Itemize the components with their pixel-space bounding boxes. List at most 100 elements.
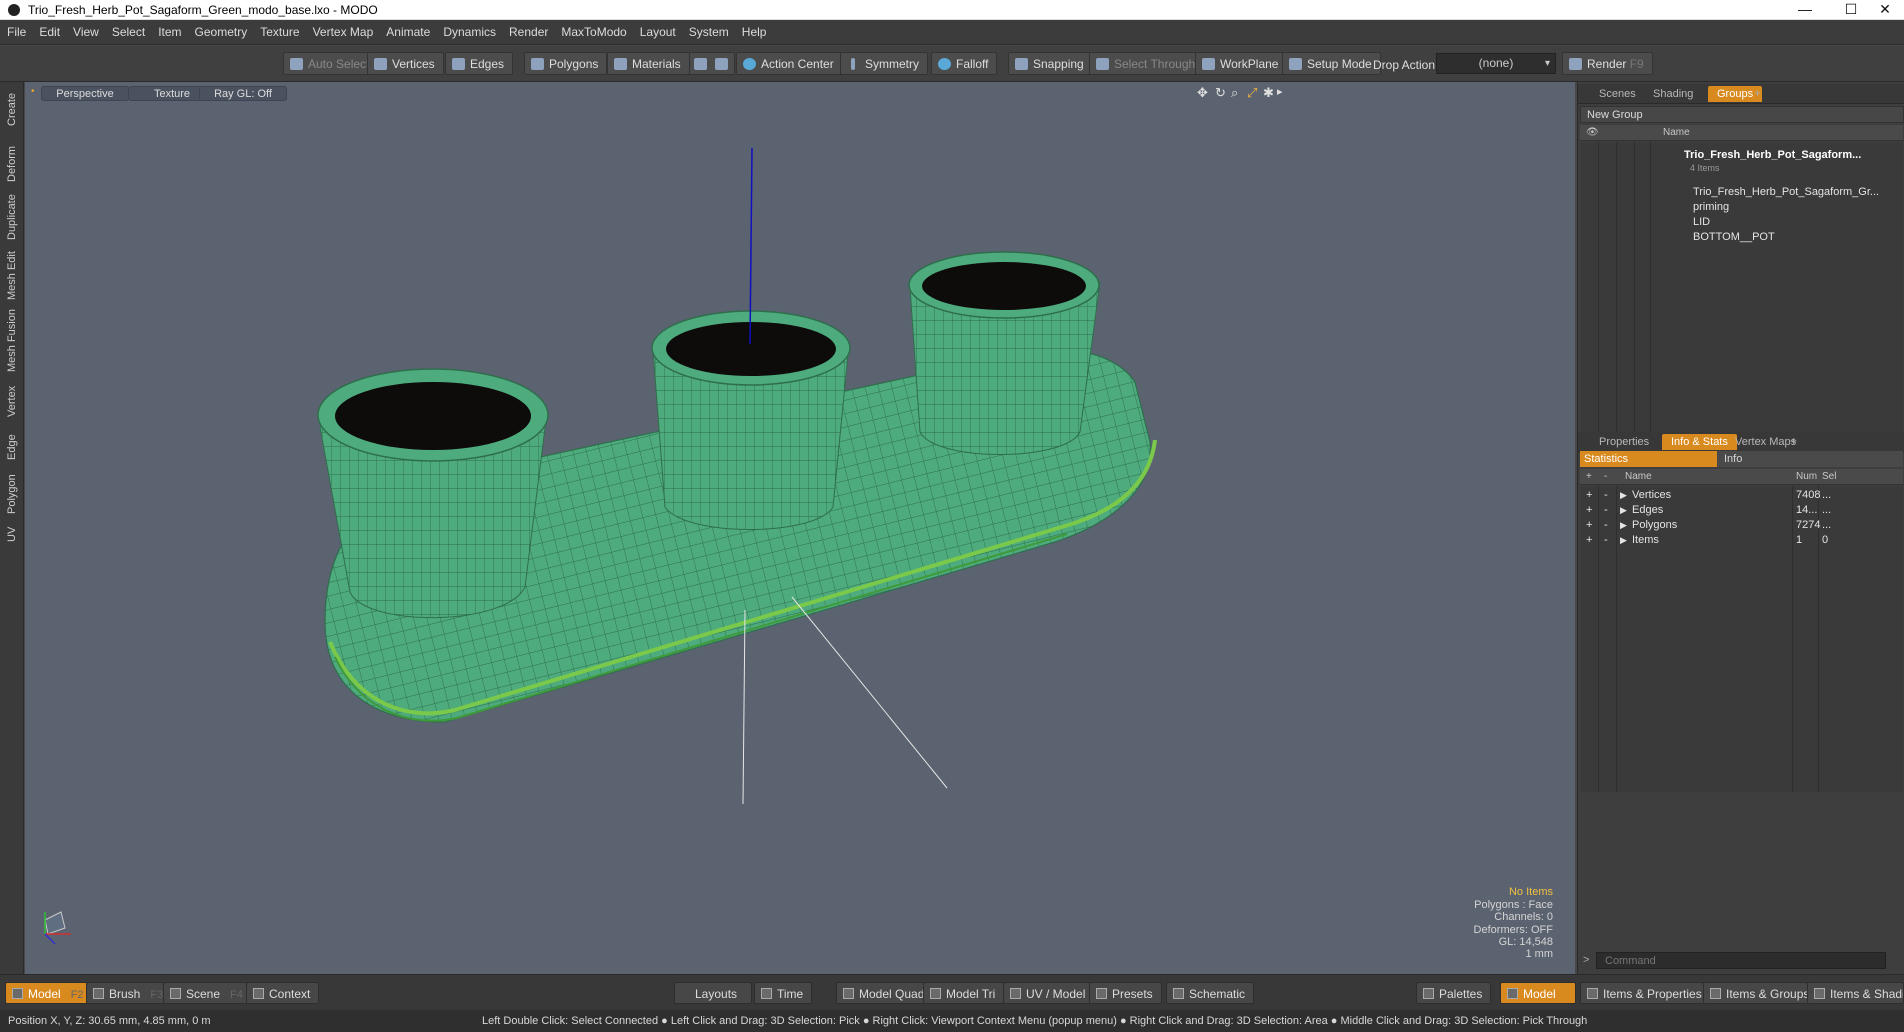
minimize-button[interactable]: — — [1782, 0, 1828, 20]
tab-shading[interactable]: Shading — [1644, 86, 1702, 102]
materials-button[interactable]: Materials — [607, 52, 690, 75]
tab-mesh-fusion-label: Mesh Fusion — [6, 309, 18, 372]
menu-dynamics[interactable]: Dynamics — [436, 20, 502, 45]
items-shading-button[interactable]: Items & Shading — [1807, 982, 1904, 1004]
palettes-button[interactable]: Palettes — [1416, 982, 1492, 1004]
menu-layout[interactable]: Layout — [633, 20, 682, 45]
model-layout-button[interactable]: Model — [1500, 982, 1576, 1004]
group-child-bottom-pot[interactable]: BOTTOM__POT — [1693, 228, 1775, 246]
action-center-icon — [743, 58, 756, 70]
workplane-button[interactable]: WorkPlane — [1195, 52, 1288, 75]
schematic-icon — [1173, 988, 1184, 999]
new-group-button[interactable]: New Group — [1580, 106, 1904, 123]
add-tab-icon[interactable]: + — [1754, 86, 1761, 100]
soil-right — [922, 262, 1086, 310]
menu-vertex-map[interactable]: Vertex Map — [306, 20, 380, 45]
table-row[interactable]: + - ▶ Items 1 0 — [1580, 531, 1903, 549]
menu-animate[interactable]: Animate — [379, 20, 436, 45]
command-input[interactable] — [1596, 952, 1886, 969]
uv-model-button[interactable]: UV / Model — [1003, 982, 1095, 1004]
move-view-icon[interactable]: ✥ — [1197, 85, 1208, 101]
snapping-button[interactable]: Snapping — [1008, 52, 1093, 75]
setup-mode-button[interactable]: Setup Mode — [1282, 52, 1381, 75]
rotate-view-icon[interactable]: ↻ — [1215, 85, 1226, 101]
scene-render[interactable] — [25, 82, 1575, 974]
items-groups-icon — [1710, 988, 1721, 999]
visibility-eye-icon[interactable]: 👁 — [1586, 125, 1599, 141]
info-unit: 1 mm — [1525, 948, 1554, 960]
info-gl: GL: 14,548 — [1498, 936, 1553, 948]
axis-x-line — [791, 596, 948, 789]
settings-gear-icon[interactable]: ✱ — [1263, 85, 1274, 101]
menu-view[interactable]: View — [66, 20, 105, 45]
falloff-button[interactable]: Falloff — [931, 52, 998, 75]
vertices-button[interactable]: Vertices — [367, 52, 444, 75]
items-groups-button[interactable]: Items & Groups — [1703, 982, 1819, 1004]
model-icon — [12, 988, 23, 999]
pot-middle[interactable] — [651, 310, 851, 530]
time-button[interactable]: Time — [754, 982, 813, 1004]
tab-properties[interactable]: Properties — [1590, 434, 1658, 450]
select-mode-toggle[interactable] — [689, 52, 735, 75]
presets-button[interactable]: Presets — [1089, 982, 1162, 1004]
raygl-toggle[interactable]: Ray GL: Off — [199, 86, 287, 101]
vertices-icon — [374, 58, 387, 70]
menu-render[interactable]: Render — [502, 20, 554, 45]
add-tab-icon-2[interactable]: + — [1790, 434, 1797, 448]
select-through-button[interactable]: Select Through — [1089, 52, 1205, 75]
edges-button[interactable]: Edges — [445, 52, 514, 75]
menu-maxtomodo[interactable]: MaxToModo — [554, 20, 632, 45]
items-properties-button[interactable]: Items & Properties — [1580, 982, 1711, 1004]
window-title: Trio_Fresh_Herb_Pot_Sagaform_Green_modo_… — [28, 3, 378, 17]
edges-icon — [452, 58, 465, 70]
menu-item[interactable]: Item — [151, 20, 187, 45]
subtab-statistics[interactable]: Statistics — [1580, 451, 1717, 467]
snapping-icon — [1015, 58, 1028, 70]
menu-edit[interactable]: Edit — [32, 20, 66, 45]
menu-system[interactable]: System — [682, 20, 735, 45]
model-quad-button[interactable]: Model Quad — [836, 982, 934, 1004]
context-button[interactable]: Context — [246, 982, 320, 1004]
pot-left[interactable] — [317, 368, 549, 619]
tab-deform-label: Deform — [6, 145, 18, 182]
schematic-button[interactable]: Schematic — [1166, 982, 1255, 1004]
zoom-view-icon[interactable]: ⌕ — [1231, 85, 1238, 101]
view-type-button[interactable]: Perspective — [41, 86, 129, 101]
polygons-button[interactable]: Polygons — [524, 52, 608, 75]
model-tri-button[interactable]: Model Tri — [923, 982, 1005, 1004]
palettes-label: Palettes — [1439, 987, 1483, 1001]
render-label: Render — [1587, 57, 1627, 71]
shield-icon — [694, 58, 707, 70]
render-button[interactable]: Render F9 — [1562, 52, 1653, 75]
collapse-all-icon[interactable]: - — [1604, 469, 1607, 485]
symmetry-button[interactable]: Symmetry — [840, 52, 928, 75]
3d-viewport[interactable]: • Perspective Texture Ray GL: Off ✥ ↻ ⌕ … — [25, 82, 1575, 974]
viewport-menu-icon[interactable]: • — [31, 86, 35, 97]
tab-uv-label: UV — [6, 526, 18, 542]
menu-file[interactable]: File — [0, 20, 32, 45]
menu-texture[interactable]: Texture — [253, 20, 305, 45]
auto-select-icon — [290, 58, 303, 70]
auto-select-button[interactable]: Auto Select — [283, 52, 379, 75]
expand-arrow-icon[interactable]: ▸ — [1277, 85, 1283, 98]
pot-right[interactable] — [908, 251, 1101, 455]
model-mode-button[interactable]: Model F2 — [5, 982, 93, 1004]
fit-view-icon[interactable]: ⤢ — [1247, 85, 1257, 101]
expand-all-icon[interactable]: + — [1586, 469, 1592, 485]
model-shortcut: F2 — [70, 989, 84, 1001]
menu-help[interactable]: Help — [735, 20, 773, 45]
row-sel: 0 — [1822, 534, 1829, 546]
menu-geometry[interactable]: Geometry — [188, 20, 254, 45]
scene-icon — [170, 988, 181, 999]
brush-shortcut: F3 — [150, 989, 164, 1001]
action-center-button[interactable]: Action Center — [736, 52, 843, 75]
scene-mode-button[interactable]: Scene F4 — [163, 982, 252, 1004]
subtab-info[interactable]: Info — [1724, 451, 1742, 467]
brush-mode-button[interactable]: Brush F3 — [86, 982, 173, 1004]
layouts-button[interactable]: Layouts — [674, 982, 753, 1004]
drop-action-select[interactable]: (none) — [1436, 53, 1556, 74]
tab-scenes[interactable]: Scenes — [1590, 86, 1645, 102]
close-button[interactable]: ✕ — [1862, 0, 1904, 20]
stats-col-num: Num — [1796, 471, 1818, 482]
menu-select[interactable]: Select — [105, 20, 151, 45]
